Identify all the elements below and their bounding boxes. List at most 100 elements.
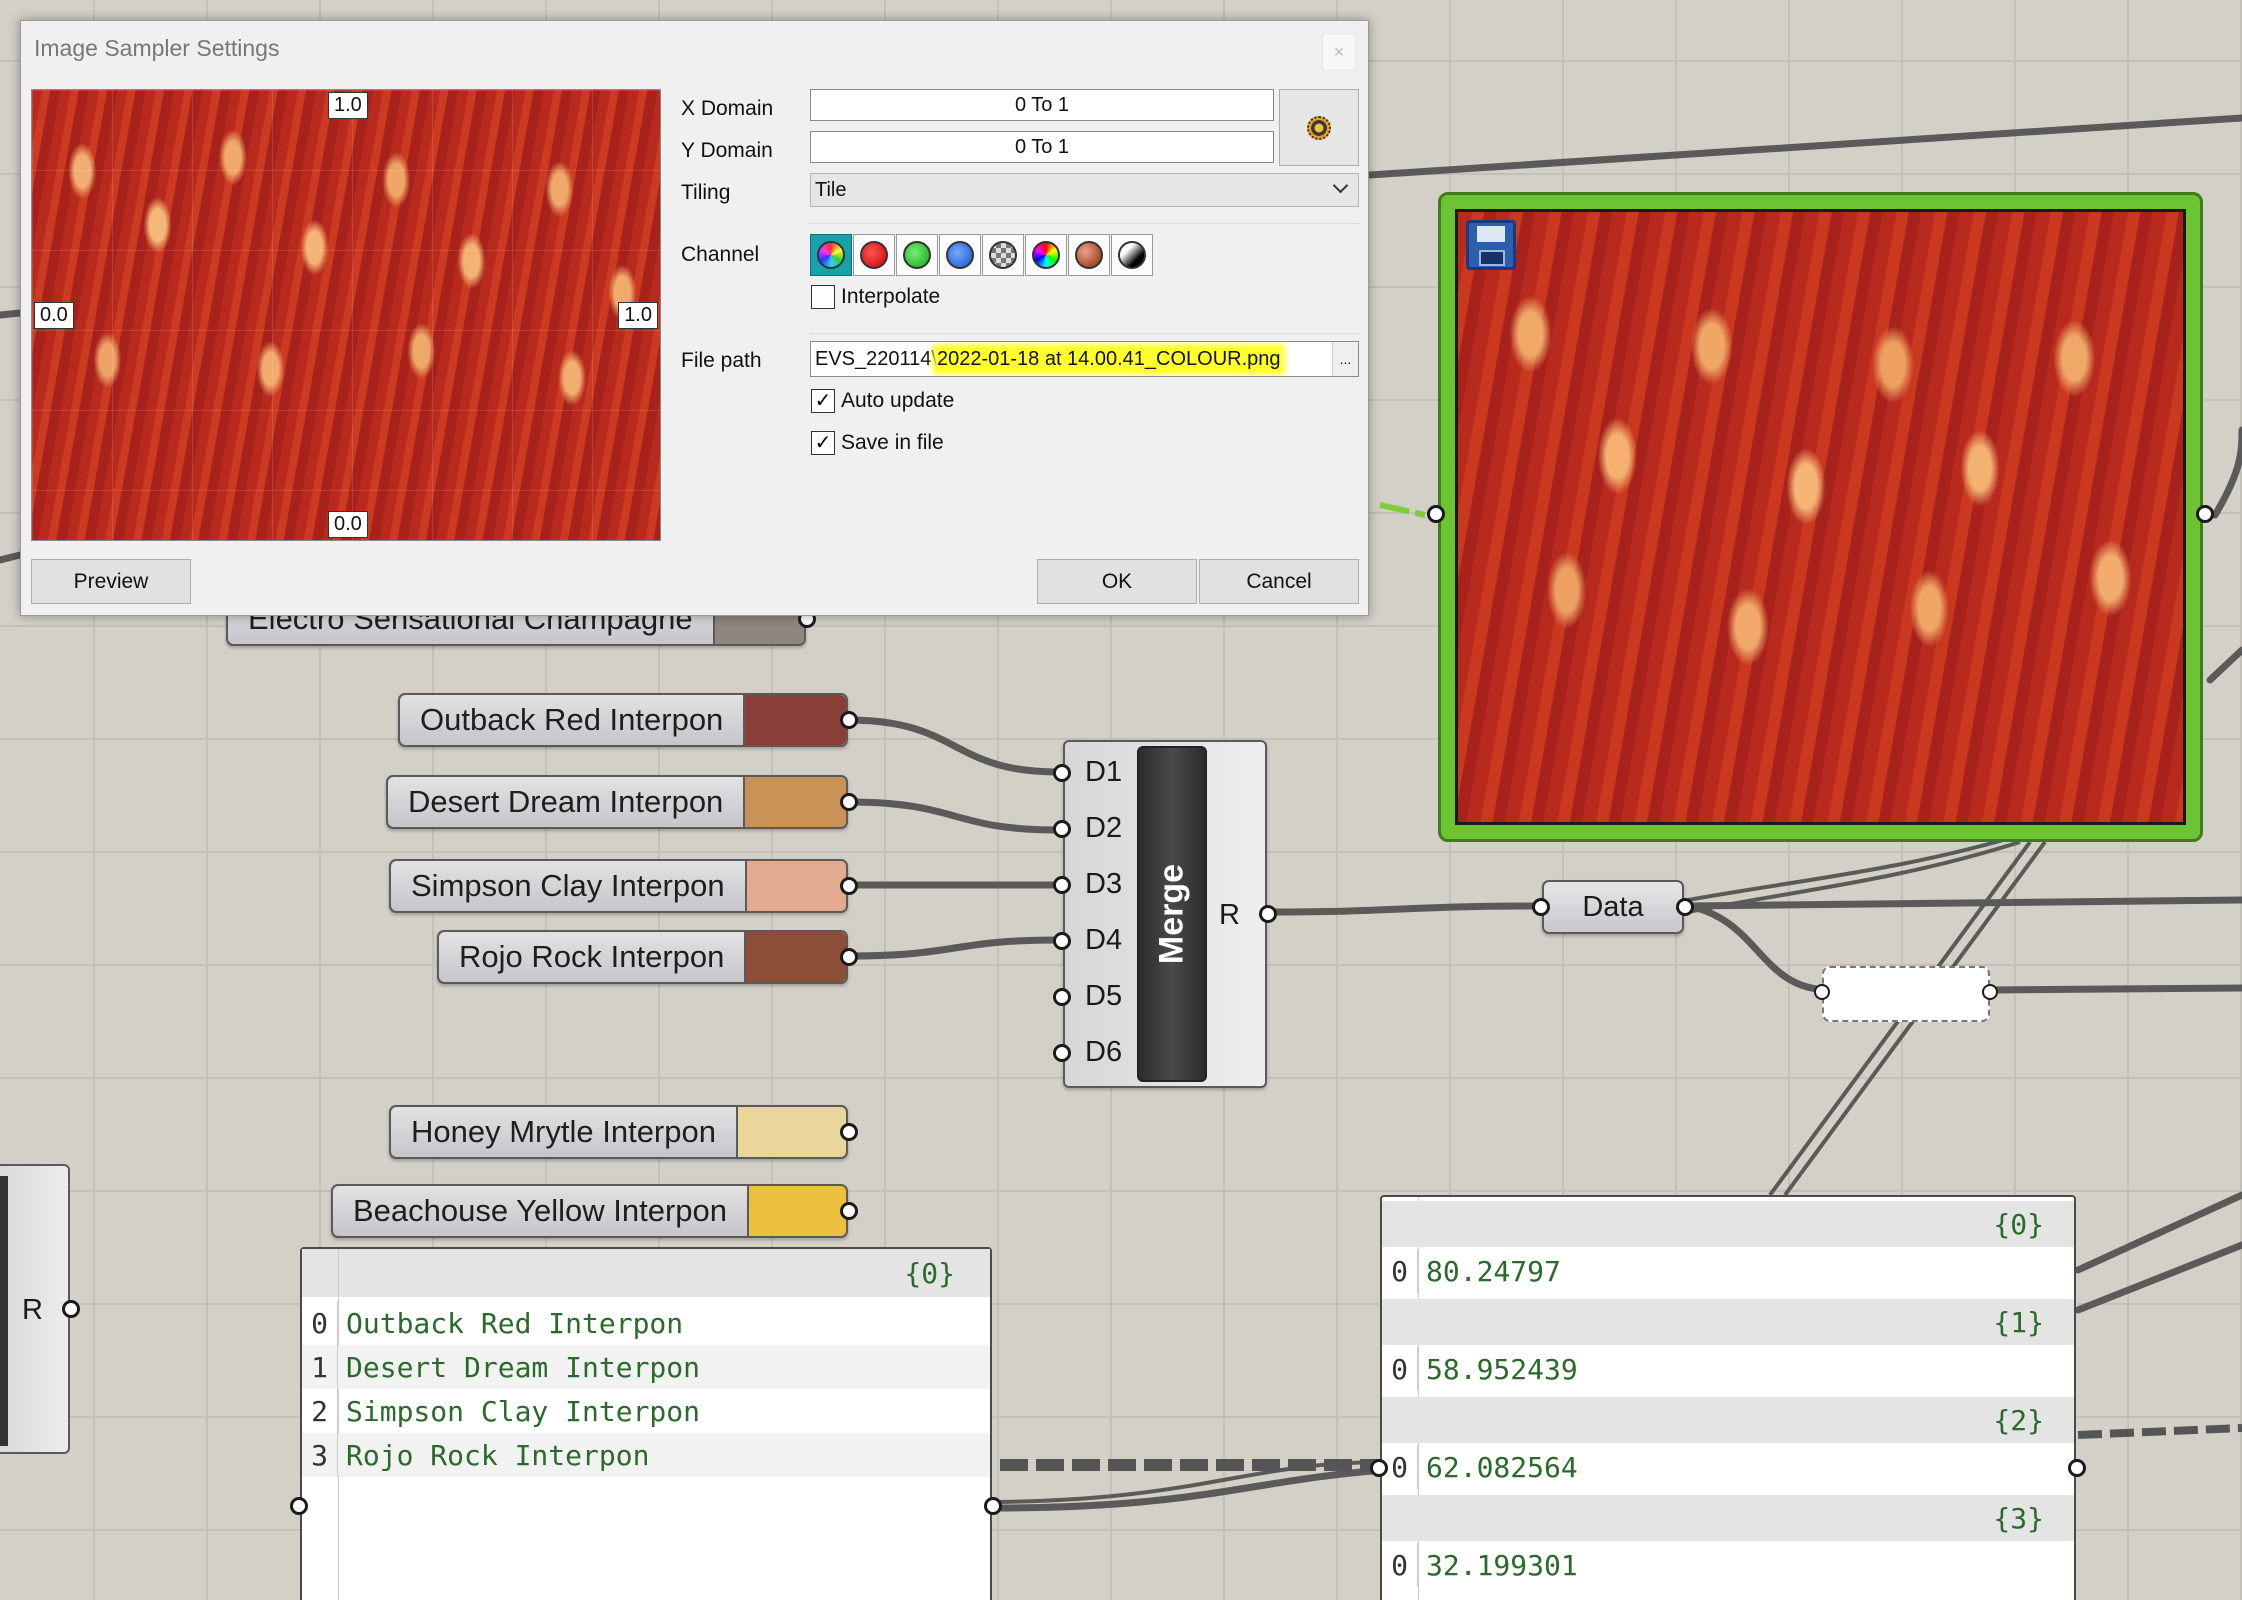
merge-input-d2[interactable]: D2 [1085, 812, 1122, 845]
cancel-button[interactable]: Cancel [1199, 559, 1359, 604]
output-port[interactable] [840, 948, 858, 966]
values-panel[interactable]: {0} 0 80.24797 {1} 0 58.952439 {2} 0 62.… [1370, 1195, 2086, 1600]
names-panel-input-port[interactable] [290, 1497, 308, 1515]
file-path-highlight: 2022-01-18 at 14.00.41_COLOUR.png [936, 347, 1281, 371]
image-viewer-output-port[interactable] [2196, 505, 2214, 523]
left-component-port[interactable] [62, 1300, 80, 1318]
channel-brightness-button[interactable] [1111, 234, 1153, 276]
list-item: 2 Simpson Clay Interpon [302, 1389, 990, 1433]
merge-input-d6[interactable]: D6 [1085, 1036, 1122, 1069]
tiling-dropdown[interactable]: Tile [810, 173, 1359, 207]
save-icon[interactable] [1466, 220, 1516, 270]
save-in-file-checkbox[interactable]: ✓ [811, 431, 835, 455]
names-panel[interactable]: {0} 0 Outback Red Interpon 1 Desert Drea… [290, 1247, 1002, 1600]
file-path-input[interactable]: EVS_220114\ 2022-01-18 at 14.00.41_COLOUR… [810, 341, 1359, 377]
channel-green-button[interactable] [896, 234, 938, 276]
blue-icon [946, 241, 974, 269]
swatch-simpson-clay[interactable]: Simpson Clay Interpon [389, 859, 858, 913]
panel-branch-header: {0} [302, 1249, 990, 1297]
browse-button[interactable]: ... [1332, 342, 1358, 376]
merge-input-d1[interactable]: D1 [1085, 756, 1122, 789]
merge-port-d5[interactable] [1053, 988, 1071, 1006]
close-button[interactable]: × [1322, 33, 1356, 71]
channel-blue-button[interactable] [939, 234, 981, 276]
preview-tick-left: 0.0 [34, 302, 74, 329]
relay-node[interactable] [1814, 966, 1998, 1022]
output-port[interactable] [840, 793, 858, 811]
wire-dashed-right [2077, 1424, 2242, 1439]
channel-alpha-button[interactable] [982, 234, 1024, 276]
x-domain-label: X Domain [681, 97, 774, 120]
alpha-icon [989, 241, 1017, 269]
image-viewer-canvas [1455, 209, 2186, 825]
merge-port-d3[interactable] [1053, 876, 1071, 894]
data-param[interactable]: Data [1532, 880, 1694, 934]
rgb-icon [817, 241, 845, 269]
y-domain-input[interactable]: 0 To 1 [810, 131, 1274, 163]
image-viewer-input-port[interactable] [1427, 505, 1445, 523]
saturation-icon [1075, 241, 1103, 269]
red-icon [860, 241, 888, 269]
sample-preview-image[interactable]: 1.0 0.0 1.0 0.0 [31, 89, 661, 541]
wire-d2 [844, 798, 1062, 834]
channel-hue-button[interactable] [1025, 234, 1067, 276]
merge-input-d4[interactable]: D4 [1085, 924, 1122, 957]
output-port[interactable] [840, 1123, 858, 1141]
list-item-index: 1 [302, 1345, 338, 1389]
merge-port-d4[interactable] [1053, 932, 1071, 950]
swatch-rojo-rock[interactable]: Rojo Rock Interpon [437, 930, 858, 984]
swatch-honey-mrytle[interactable]: Honey Mrytle Interpon [389, 1105, 858, 1159]
x-domain-input[interactable]: 0 To 1 [810, 89, 1274, 121]
y-domain-label: Y Domain [681, 139, 773, 162]
list-item: 0 Outback Red Interpon [302, 1301, 990, 1345]
merge-component[interactable]: D1 D2 D3 D4 D5 D6 Merge R [1053, 740, 1277, 1088]
wire-data-out-2 [1684, 902, 1834, 994]
file-path-label: File path [681, 349, 762, 372]
ok-button[interactable]: OK [1037, 559, 1197, 604]
wire-green-input [1379, 502, 1426, 518]
merge-port-r[interactable] [1259, 905, 1277, 923]
preview-button[interactable]: Preview [31, 559, 191, 604]
swatch-beachouse-yellow[interactable]: Beachouse Yellow Interpon [331, 1184, 858, 1238]
channel-rgb-button[interactable] [810, 234, 852, 276]
relay-output-port[interactable] [1982, 984, 1998, 1000]
file-path-prefix: EVS_220114\ [815, 347, 937, 370]
save-in-file-label: Save in file [841, 431, 944, 454]
settings-gear-button[interactable] [1279, 89, 1359, 166]
names-panel-output-port[interactable] [984, 1497, 1002, 1515]
list-item-index: 2 [302, 1389, 338, 1433]
relay-input-port[interactable] [1814, 984, 1830, 1000]
merge-port-d6[interactable] [1053, 1044, 1071, 1062]
wire-top-right [1366, 114, 2242, 179]
interpolate-checkbox[interactable] [811, 285, 835, 309]
swatch-color [745, 695, 846, 745]
left-component-output[interactable]: R [22, 1294, 43, 1327]
panel-branch-header: {2} [1382, 1397, 2074, 1443]
values-panel-output-port[interactable] [2068, 1459, 2086, 1477]
data-input-port[interactable] [1532, 898, 1550, 916]
output-port[interactable] [840, 1202, 858, 1220]
merge-output-r[interactable]: R [1219, 899, 1240, 932]
merge-port-d2[interactable] [1053, 820, 1071, 838]
merge-input-d5[interactable]: D5 [1085, 980, 1122, 1013]
swatch-outback-red[interactable]: Outback Red Interpon [398, 693, 858, 747]
image-viewer[interactable] [1427, 192, 2214, 842]
auto-update-checkbox[interactable]: ✓ [811, 389, 835, 413]
list-item-index: 0 [1382, 1347, 1418, 1391]
swatch-desert-dream[interactable]: Desert Dream Interpon [386, 775, 858, 829]
list-item-index: 3 [302, 1433, 338, 1477]
chevron-down-icon [1332, 177, 1349, 194]
data-output-port[interactable] [1676, 898, 1694, 916]
values-panel-input-port[interactable] [1370, 1459, 1388, 1477]
output-port[interactable] [840, 877, 858, 895]
channel-red-button[interactable] [853, 234, 895, 276]
channel-saturation-button[interactable] [1068, 234, 1110, 276]
interpolate-label: Interpolate [841, 285, 941, 308]
swatch-color [745, 777, 846, 827]
wire-d4 [844, 936, 1062, 960]
merge-input-d3[interactable]: D3 [1085, 868, 1122, 901]
left-partial-component[interactable]: R [0, 1164, 80, 1454]
output-port[interactable] [840, 711, 858, 729]
data-param-label: Data [1582, 890, 1644, 923]
merge-port-d1[interactable] [1053, 764, 1071, 782]
